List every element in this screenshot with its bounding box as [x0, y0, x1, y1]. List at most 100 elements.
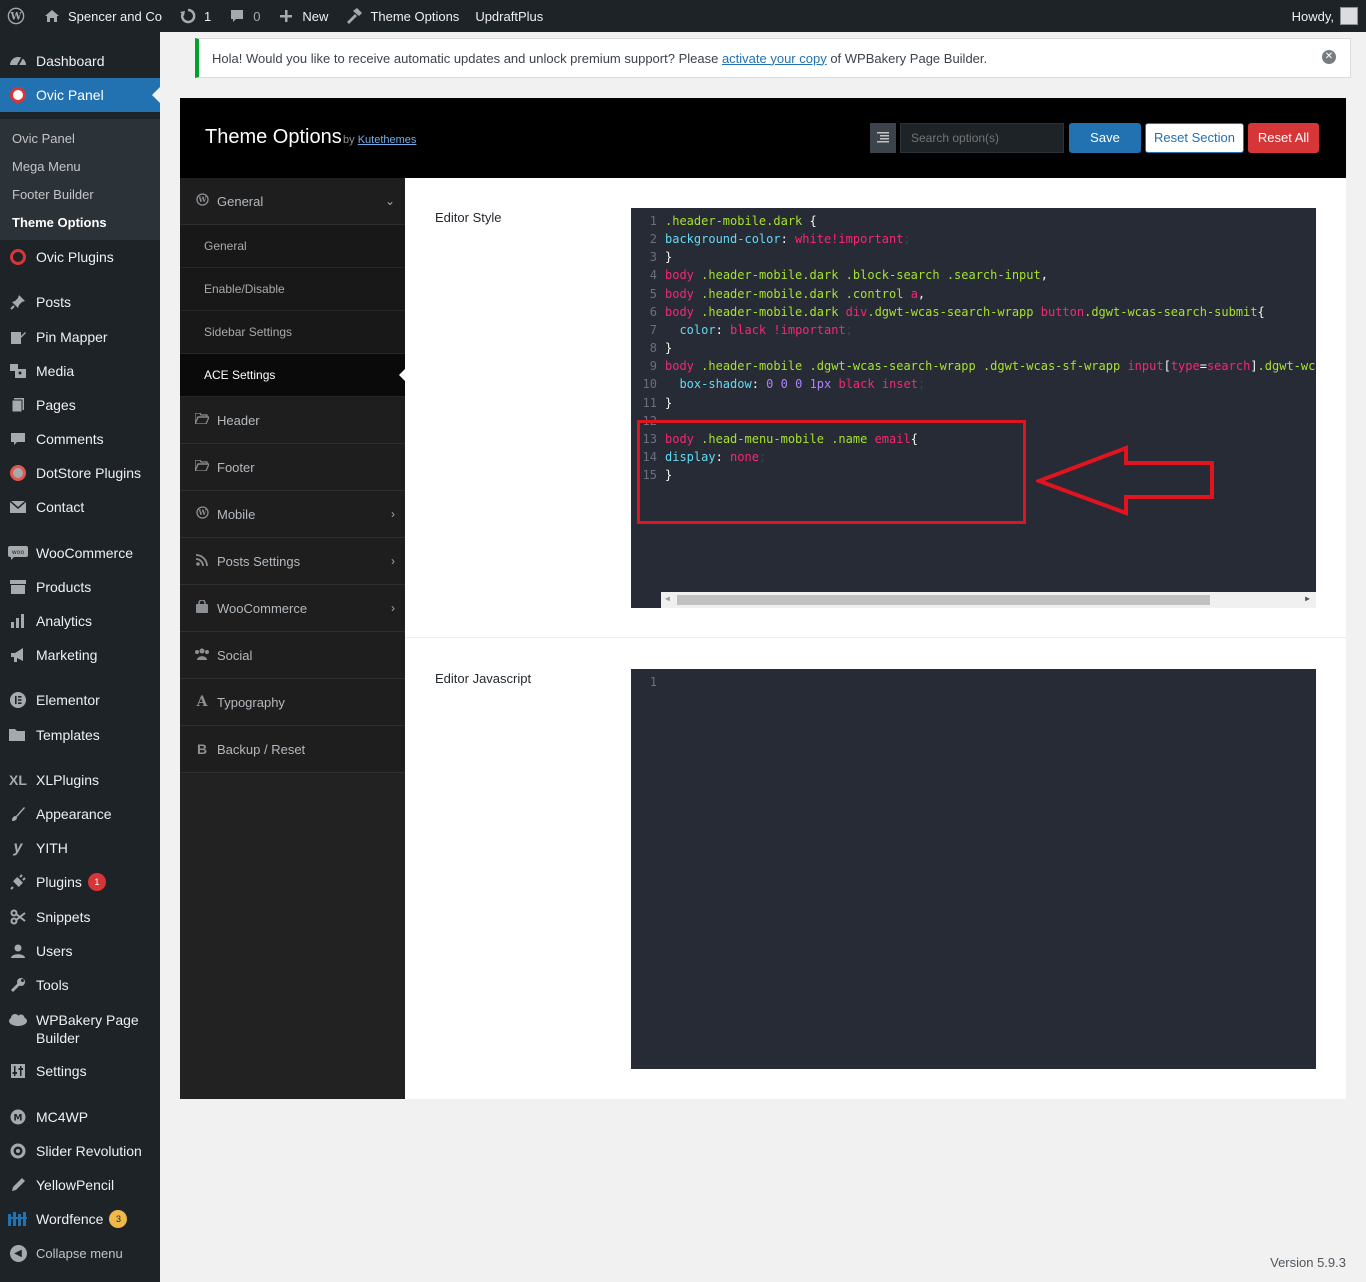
- menu-wordfence[interactable]: Wordfence 3: [0, 1202, 160, 1236]
- code-text: body .header-mobile .dgwt-wcas-search-wr…: [665, 359, 1316, 374]
- nav-backup-reset[interactable]: B Backup / Reset: [180, 726, 405, 773]
- menu-products[interactable]: Products: [0, 570, 160, 604]
- nav-woocommerce[interactable]: WooCommerce ›: [180, 585, 405, 632]
- theme-options-menu[interactable]: Theme Options: [336, 0, 467, 32]
- save-button[interactable]: Save: [1069, 123, 1141, 153]
- nav-label: Mobile: [217, 506, 256, 522]
- pushpin-icon: [0, 294, 36, 310]
- menu-slider-revolution[interactable]: Slider Revolution: [0, 1134, 160, 1168]
- menu-mc4wp[interactable]: M MC4WP: [0, 1100, 160, 1134]
- menu-marketing[interactable]: Marketing: [0, 638, 160, 672]
- nav-social[interactable]: Social: [180, 632, 405, 679]
- search-options-input[interactable]: [900, 123, 1064, 153]
- updraftplus-menu[interactable]: UpdraftPlus: [467, 0, 551, 32]
- menu-elementor[interactable]: Elementor: [0, 683, 160, 717]
- menu-dotstore-plugins[interactable]: DotStore Plugins: [0, 456, 160, 490]
- menu-label: XLPlugins: [36, 772, 100, 788]
- menu-dashboard[interactable]: Dashboard: [0, 44, 160, 78]
- site-name-menu[interactable]: Spencer and Co: [34, 0, 170, 32]
- code-line: 5 body .header-mobile.dark .control a,: [631, 285, 1316, 303]
- new-content-menu[interactable]: New: [268, 0, 336, 32]
- menu-collapse[interactable]: ◀ Collapse menu: [0, 1236, 160, 1270]
- menu-xlplugins[interactable]: XL XLPlugins: [0, 763, 160, 797]
- nav-label: WooCommerce: [217, 600, 308, 616]
- updates-menu[interactable]: 1: [170, 0, 219, 32]
- nav-sub-general[interactable]: General: [180, 225, 405, 268]
- menu-appearance[interactable]: Appearance: [0, 797, 160, 831]
- submenu-mega-menu[interactable]: Mega Menu: [0, 153, 160, 181]
- reset-section-button[interactable]: Reset Section: [1145, 123, 1244, 153]
- menu-templates[interactable]: Templates: [0, 718, 160, 752]
- menu-label: Snippets: [36, 909, 91, 925]
- menu-comments[interactable]: Comments: [0, 422, 160, 456]
- js-code-editor[interactable]: 1: [631, 669, 1316, 1069]
- line-number: 2: [649, 232, 657, 247]
- scroll-left-icon[interactable]: ◀: [665, 594, 670, 603]
- nav-general[interactable]: W General ⌄: [180, 178, 405, 225]
- menu-woocommerce[interactable]: woo WooCommerce: [0, 536, 160, 570]
- nav-posts-settings[interactable]: Posts Settings ›: [180, 538, 405, 585]
- list-icon: [877, 130, 889, 146]
- nav-sub-sidebar-settings[interactable]: Sidebar Settings: [180, 311, 405, 354]
- css-code-editor[interactable]: 1 .header-mobile.dark {2 background-color:…: [631, 208, 1316, 608]
- menu-label: Media: [36, 363, 75, 379]
- menu-yith[interactable]: y YITH: [0, 831, 160, 865]
- menu-snippets[interactable]: Snippets: [0, 900, 160, 934]
- nav-mobile[interactable]: W Mobile ›: [180, 491, 405, 538]
- theme-options-header: Theme Options by Kutethemes Save Reset S…: [180, 98, 1346, 178]
- nav-footer[interactable]: Footer: [180, 444, 405, 491]
- menu-analytics[interactable]: Analytics: [0, 604, 160, 638]
- menu-plugins[interactable]: Plugins 1: [0, 865, 160, 899]
- editor-javascript-label: Editor Javascript: [435, 671, 532, 686]
- nav-sub-ace-settings[interactable]: ACE Settings: [180, 354, 405, 397]
- code-line: 7 color: black !important;: [631, 321, 1316, 339]
- submenu-ovic-panel[interactable]: Ovic Panel: [0, 125, 160, 153]
- nav-sub-enable-disable[interactable]: Enable/Disable: [180, 268, 405, 311]
- menu-users[interactable]: Users: [0, 934, 160, 968]
- line-number: 9: [649, 359, 657, 374]
- admin-bar: W Spencer and Co 1 0 New Theme Options U…: [0, 0, 1366, 32]
- activate-link[interactable]: activate your copy: [722, 51, 827, 66]
- options-byline: by Kutethemes: [343, 134, 416, 146]
- menu-label: MC4WP: [36, 1109, 89, 1125]
- menu-label: WooCommerce: [36, 545, 133, 561]
- submenu-footer-builder[interactable]: Footer Builder: [0, 181, 160, 209]
- code-line: 6 body .header-mobile.dark div.dgwt-wcas-…: [631, 303, 1316, 321]
- horizontal-scrollbar[interactable]: ◀ ▶: [661, 592, 1316, 608]
- menu-posts[interactable]: Posts: [0, 285, 160, 319]
- menu-yellowpencil[interactable]: YellowPencil: [0, 1168, 160, 1202]
- nav-header[interactable]: Header: [180, 397, 405, 444]
- menu-pin-mapper[interactable]: Pin Mapper: [0, 320, 160, 354]
- menu-pages[interactable]: Pages: [0, 388, 160, 422]
- code-text: background-color: white!important;: [665, 232, 911, 247]
- ovic-panel-submenu: Ovic Panel Mega Menu Footer Builder Them…: [0, 119, 160, 240]
- my-account-menu[interactable]: Howdy,: [1284, 0, 1366, 32]
- menu-contact[interactable]: Contact: [0, 490, 160, 524]
- svg-text:W: W: [197, 508, 207, 517]
- menu-ovic-panel[interactable]: Ovic Panel: [0, 78, 160, 112]
- menu-settings[interactable]: Settings: [0, 1054, 160, 1088]
- comments-menu[interactable]: 0: [219, 0, 268, 32]
- code-line: 3}: [631, 248, 1316, 266]
- reset-all-button[interactable]: Reset All: [1248, 123, 1319, 153]
- menu-media[interactable]: Media: [0, 354, 160, 388]
- scrollbar-thumb[interactable]: [677, 595, 1210, 605]
- code-text: body .header-mobile.dark div.dgwt-wcas-s…: [665, 304, 1265, 319]
- wp-logo-menu[interactable]: W: [0, 0, 34, 32]
- submenu-theme-options[interactable]: Theme Options: [0, 209, 160, 237]
- dismiss-icon[interactable]: ✕: [1322, 50, 1336, 64]
- line-number: 1: [649, 675, 657, 689]
- author-link[interactable]: Kutethemes: [358, 134, 417, 146]
- xl-icon: XL: [9, 772, 27, 788]
- menu-wpbakery[interactable]: WPBakery Page Builder: [0, 1007, 160, 1051]
- menu-tools[interactable]: Tools: [0, 968, 160, 1002]
- menu-ovic-plugins[interactable]: Ovic Plugins: [0, 240, 160, 274]
- nav-typography[interactable]: A Typography: [180, 679, 405, 726]
- new-label: New: [302, 8, 329, 24]
- expand-all-button[interactable]: [870, 123, 896, 153]
- line-number: 7: [649, 322, 657, 337]
- wordpress-icon: W: [194, 506, 210, 522]
- scroll-right-icon[interactable]: ▶: [1305, 594, 1310, 603]
- menu-label: Contact: [36, 499, 85, 515]
- line-number: 8: [649, 341, 657, 356]
